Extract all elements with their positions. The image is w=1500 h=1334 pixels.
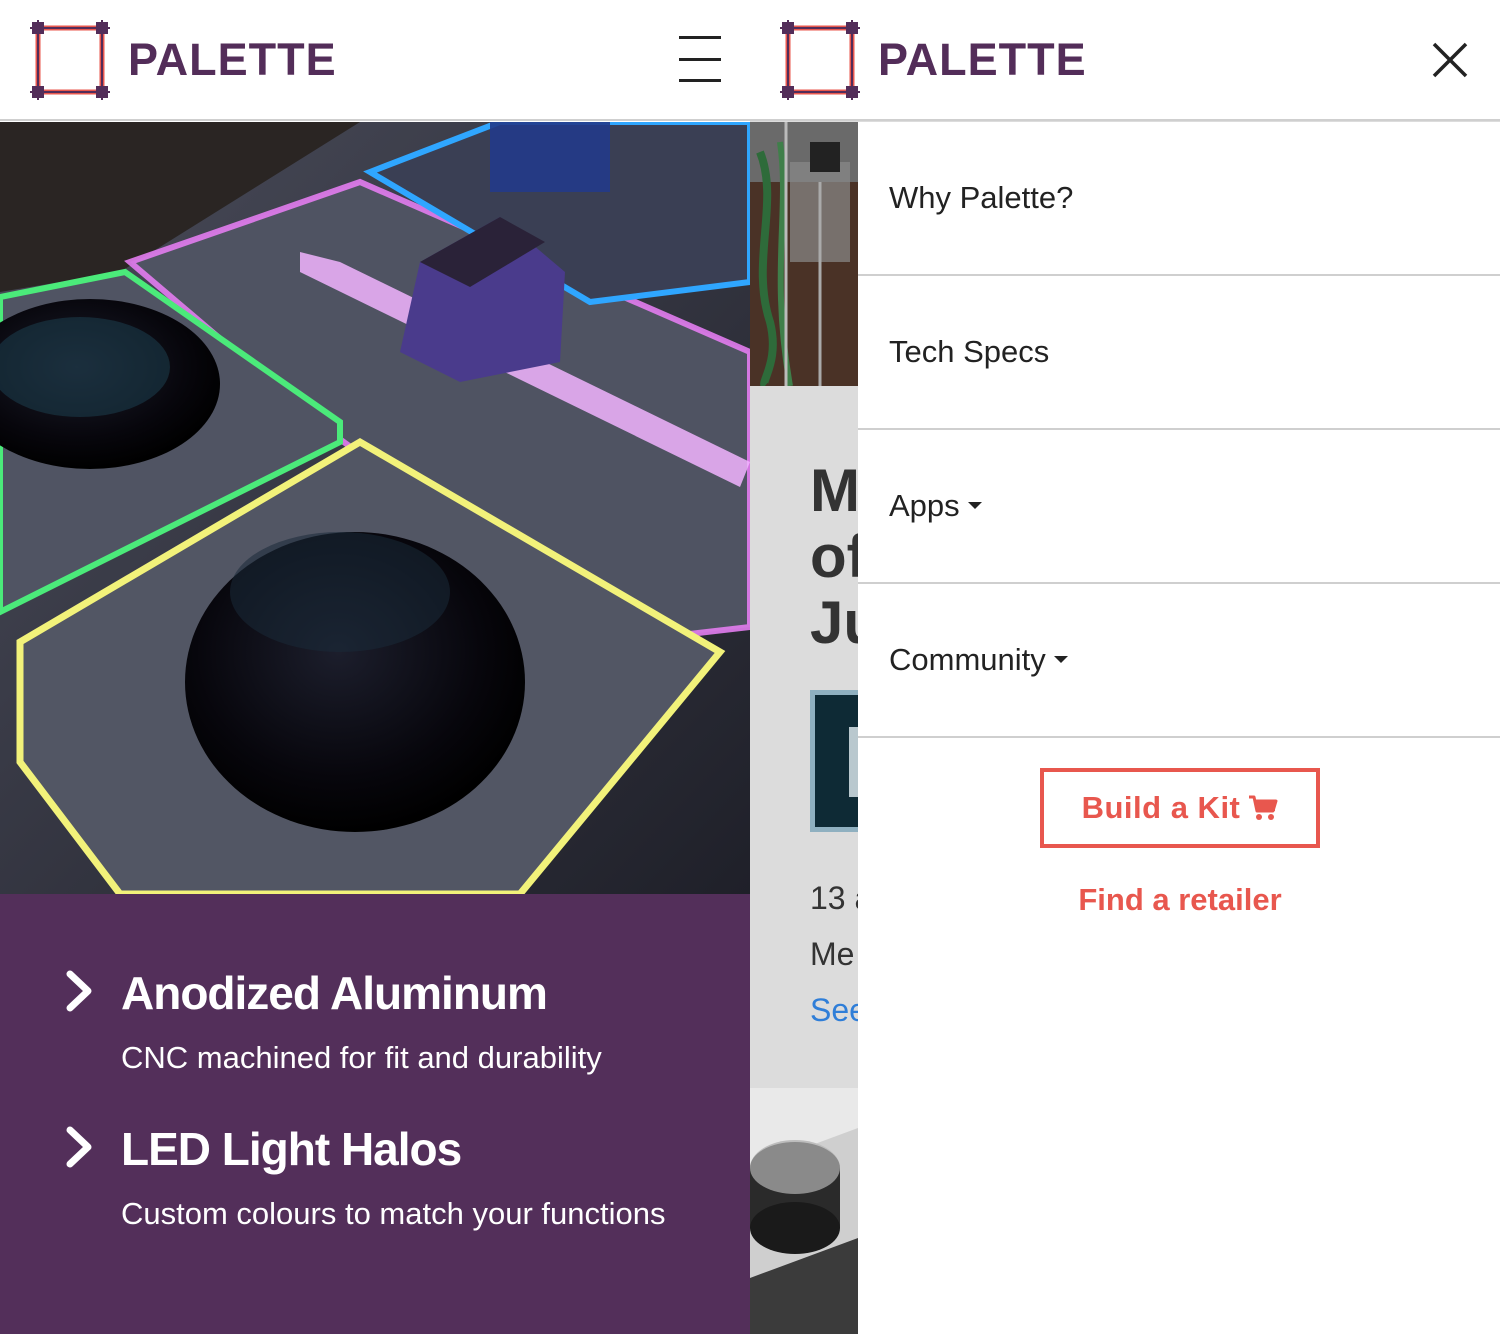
background-photo: [750, 1088, 858, 1334]
build-kit-button[interactable]: Build a Kit: [1040, 768, 1320, 848]
background-article: M of Ju 13 a Me See: [750, 386, 858, 1088]
nav-item-tech-specs[interactable]: Tech Specs: [858, 276, 1500, 430]
palette-logo[interactable]: PALETTE: [30, 20, 337, 100]
site-header: PALETTE: [750, 0, 1500, 121]
chevron-right-icon: [66, 970, 92, 1012]
feature-description: CNC machined for fit and durability: [121, 1040, 602, 1075]
caret-down-icon: [967, 502, 982, 510]
feature-title: Anodized Aluminum: [121, 967, 548, 1019]
site-header: PALETTE: [0, 0, 750, 121]
nav-item-label: Tech Specs: [889, 334, 1050, 369]
nav-item-community[interactable]: Community: [858, 584, 1500, 738]
feature-description: Custom colours to match your functions: [121, 1196, 666, 1231]
article-link-fragment[interactable]: See: [810, 992, 858, 1029]
nav-item-why-palette[interactable]: Why Palette?: [858, 122, 1500, 276]
hero-product-photo: [0, 122, 750, 894]
nav-item-label-wrap: Community: [889, 642, 1068, 678]
nav-item-label: Community: [889, 642, 1046, 677]
nav-item-label-wrap: Apps: [889, 488, 982, 524]
hamburger-icon[interactable]: [679, 36, 721, 82]
article-heading-fragment: M: [810, 457, 858, 524]
menu-open-view: PALETTE M of Ju 13 a Me See: [750, 0, 1500, 1334]
nav-item-label: Apps: [889, 488, 960, 523]
brand-name: PALETTE: [128, 34, 337, 85]
palette-logo-mark: [30, 20, 110, 100]
chevron-right-icon: [66, 1126, 92, 1168]
nav-drawer: Why Palette? Tech Specs Apps Community: [858, 122, 1500, 1334]
article-heading-fragment: Ju: [810, 589, 858, 656]
article-text-fragment: 13 a: [810, 880, 858, 916]
background-photo: [750, 122, 858, 386]
main-page-view: PALETTE Anodized Aluminum CNC machined f…: [0, 0, 750, 1334]
article-text-fragment: Me: [810, 936, 855, 972]
article-heading-fragment: of: [810, 523, 858, 590]
palette-logo[interactable]: PALETTE: [780, 20, 1087, 100]
features-section: Anodized Aluminum CNC machined for fit a…: [0, 894, 750, 1334]
caret-down-icon: [1053, 656, 1068, 664]
article-thumbnail: [810, 690, 858, 832]
close-icon[interactable]: [1430, 40, 1470, 80]
find-retailer-link[interactable]: Find a retailer: [1040, 882, 1320, 918]
cart-icon: [1249, 795, 1278, 820]
nav-item-apps[interactable]: Apps: [858, 430, 1500, 584]
nav-item-label: Why Palette?: [889, 180, 1074, 215]
brand-name: PALETTE: [878, 34, 1087, 85]
build-kit-label: Build a Kit: [1081, 790, 1241, 825]
palette-logo-mark: [780, 20, 860, 100]
feature-title: LED Light Halos: [121, 1123, 462, 1175]
